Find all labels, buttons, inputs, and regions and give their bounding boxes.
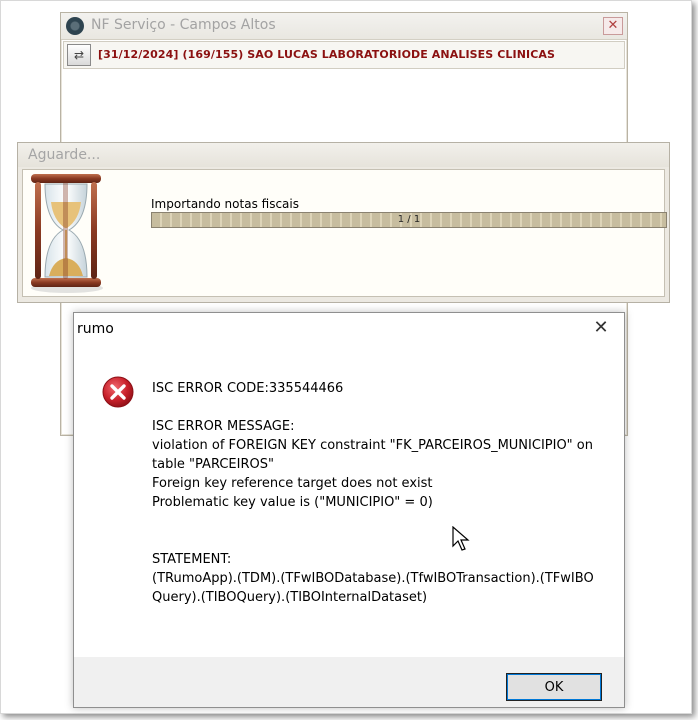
import-progress-bar: 1 / 1 <box>151 212 667 228</box>
wait-dialog-title: Aguarde... <box>28 147 101 163</box>
wait-status-label: Importando notas fiscais <box>151 197 299 211</box>
mouse-cursor-icon <box>452 526 470 551</box>
wait-dialog: Aguarde... Importando notas fiscais 1 / … <box>17 142 670 303</box>
wait-dialog-body: Importando notas fiscais 1 / 1 <box>22 169 667 297</box>
error-dialog-footer: OK <box>74 657 624 707</box>
hourglass-icon <box>31 174 103 293</box>
error-icon <box>102 376 134 408</box>
close-icon[interactable]: ✕ <box>592 319 610 337</box>
nf-window-titlebar[interactable]: NF Serviço - Campos Altos ✕ <box>61 13 627 40</box>
wait-dialog-titlebar[interactable]: Aguarde... <box>18 143 669 167</box>
error-message: ISC ERROR CODE:335544466 ISC ERROR MESSA… <box>152 381 594 605</box>
error-dialog-title: rumo <box>77 321 114 337</box>
ok-button[interactable]: OK <box>506 673 602 701</box>
nf-info-bar: ⇄ [31/12/2024] (169/155) SAO LUCAS LABOR… <box>63 41 625 69</box>
nf-window-title: NF Serviço - Campos Altos <box>91 17 276 33</box>
app-icon <box>66 17 84 35</box>
swap-arrows-icon[interactable]: ⇄ <box>67 44 91 66</box>
progress-text: 1 / 1 <box>397 214 421 225</box>
error-dialog: rumo ✕ ISC ERROR CODE:335544466 ISC ERRO… <box>73 312 625 708</box>
nf-info-text: [31/12/2024] (169/155) SAO LUCAS LABORAT… <box>98 48 556 61</box>
nf-window-close-button[interactable]: ✕ <box>603 17 623 35</box>
